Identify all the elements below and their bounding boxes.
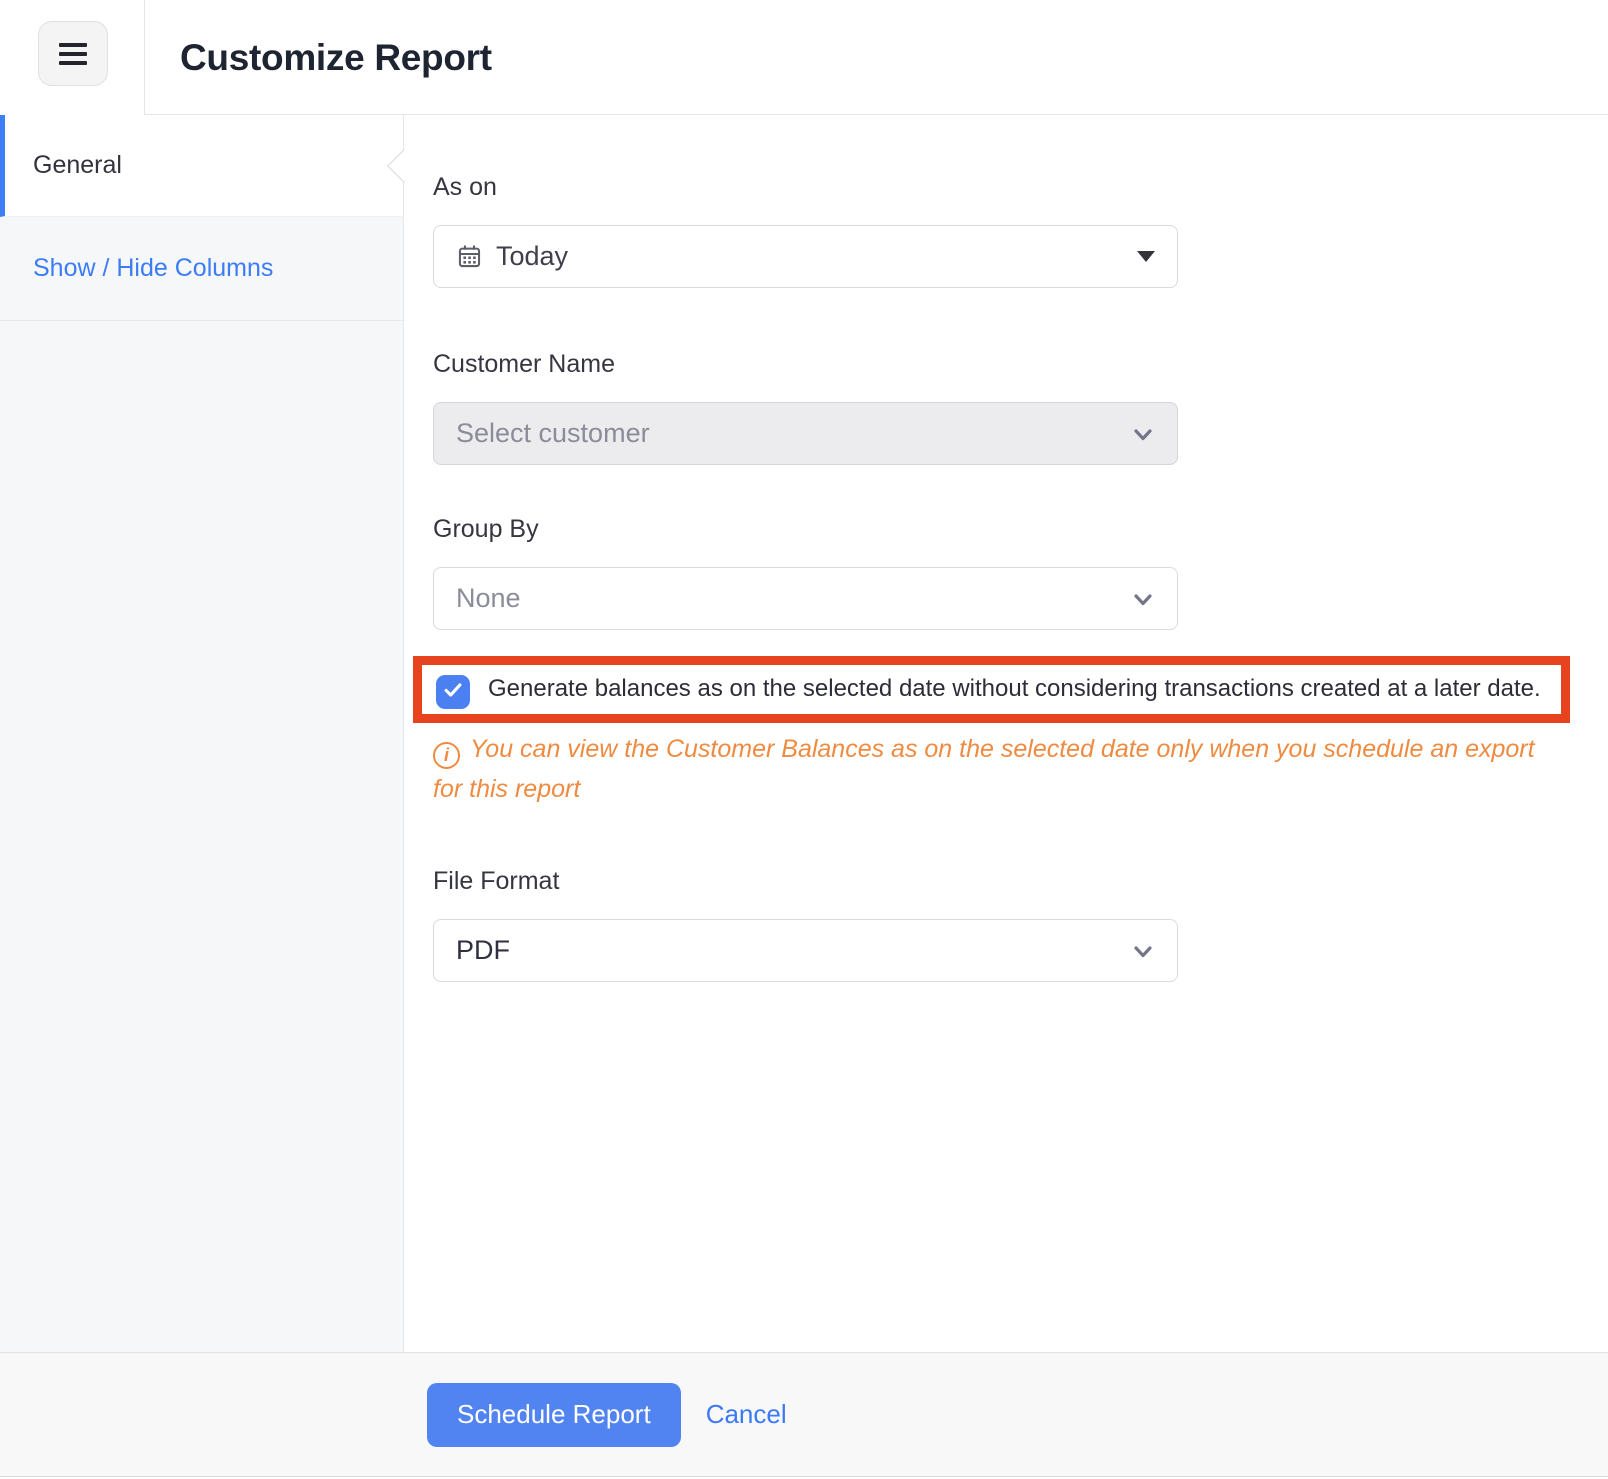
- caret-down-icon: [1137, 251, 1155, 262]
- sidebar-item-show-hide-columns[interactable]: Show / Hide Columns: [0, 217, 403, 321]
- file-format-label: File Format: [433, 867, 1608, 895]
- generate-balances-label[interactable]: Generate balances as on the selected dat…: [488, 670, 1543, 708]
- customer-select[interactable]: Select customer: [433, 402, 1178, 465]
- info-note: iYou can view the Customer Balances as o…: [433, 729, 1548, 809]
- header-divider: [145, 114, 1608, 115]
- file-format-select[interactable]: PDF: [433, 919, 1178, 982]
- menu-column: [0, 0, 145, 115]
- as-on-select[interactable]: Today: [433, 225, 1178, 288]
- cancel-button[interactable]: Cancel: [706, 1399, 787, 1430]
- as-on-value: Today: [496, 241, 1124, 272]
- info-icon: i: [433, 742, 460, 769]
- header: Customize Report: [0, 0, 1608, 115]
- customer-name-label: Customer Name: [433, 350, 1608, 378]
- annotation-highlight-box: Generate balances as on the selected dat…: [413, 656, 1570, 723]
- calendar-icon: [456, 243, 483, 270]
- checkbox-check-icon: [442, 679, 464, 706]
- sidebar: General Show / Hide Columns: [0, 115, 404, 1352]
- generate-balances-checkbox[interactable]: [436, 675, 470, 709]
- sidebar-item-label: Show / Hide Columns: [33, 254, 273, 283]
- chevron-down-icon: [1131, 422, 1155, 446]
- group-by-label: Group By: [433, 515, 1608, 543]
- group-by-value: None: [456, 583, 1118, 614]
- info-note-text: You can view the Customer Balances as on…: [433, 735, 1535, 803]
- as-on-label: As on: [433, 173, 1608, 201]
- chevron-down-icon: [1131, 939, 1155, 963]
- main-panel: As on Today Customer Name Select custome…: [405, 115, 1608, 1352]
- group-by-select[interactable]: None: [433, 567, 1178, 630]
- customer-select-placeholder: Select customer: [456, 418, 1118, 449]
- sidebar-item-label: General: [33, 151, 122, 180]
- footer-bar: Schedule Report Cancel: [0, 1352, 1608, 1477]
- sidebar-item-general[interactable]: General: [0, 115, 403, 217]
- page-title: Customize Report: [180, 0, 492, 115]
- schedule-report-button[interactable]: Schedule Report: [427, 1383, 681, 1447]
- chevron-down-icon: [1131, 587, 1155, 611]
- file-format-value: PDF: [456, 935, 1118, 966]
- menu-button[interactable]: [38, 21, 108, 86]
